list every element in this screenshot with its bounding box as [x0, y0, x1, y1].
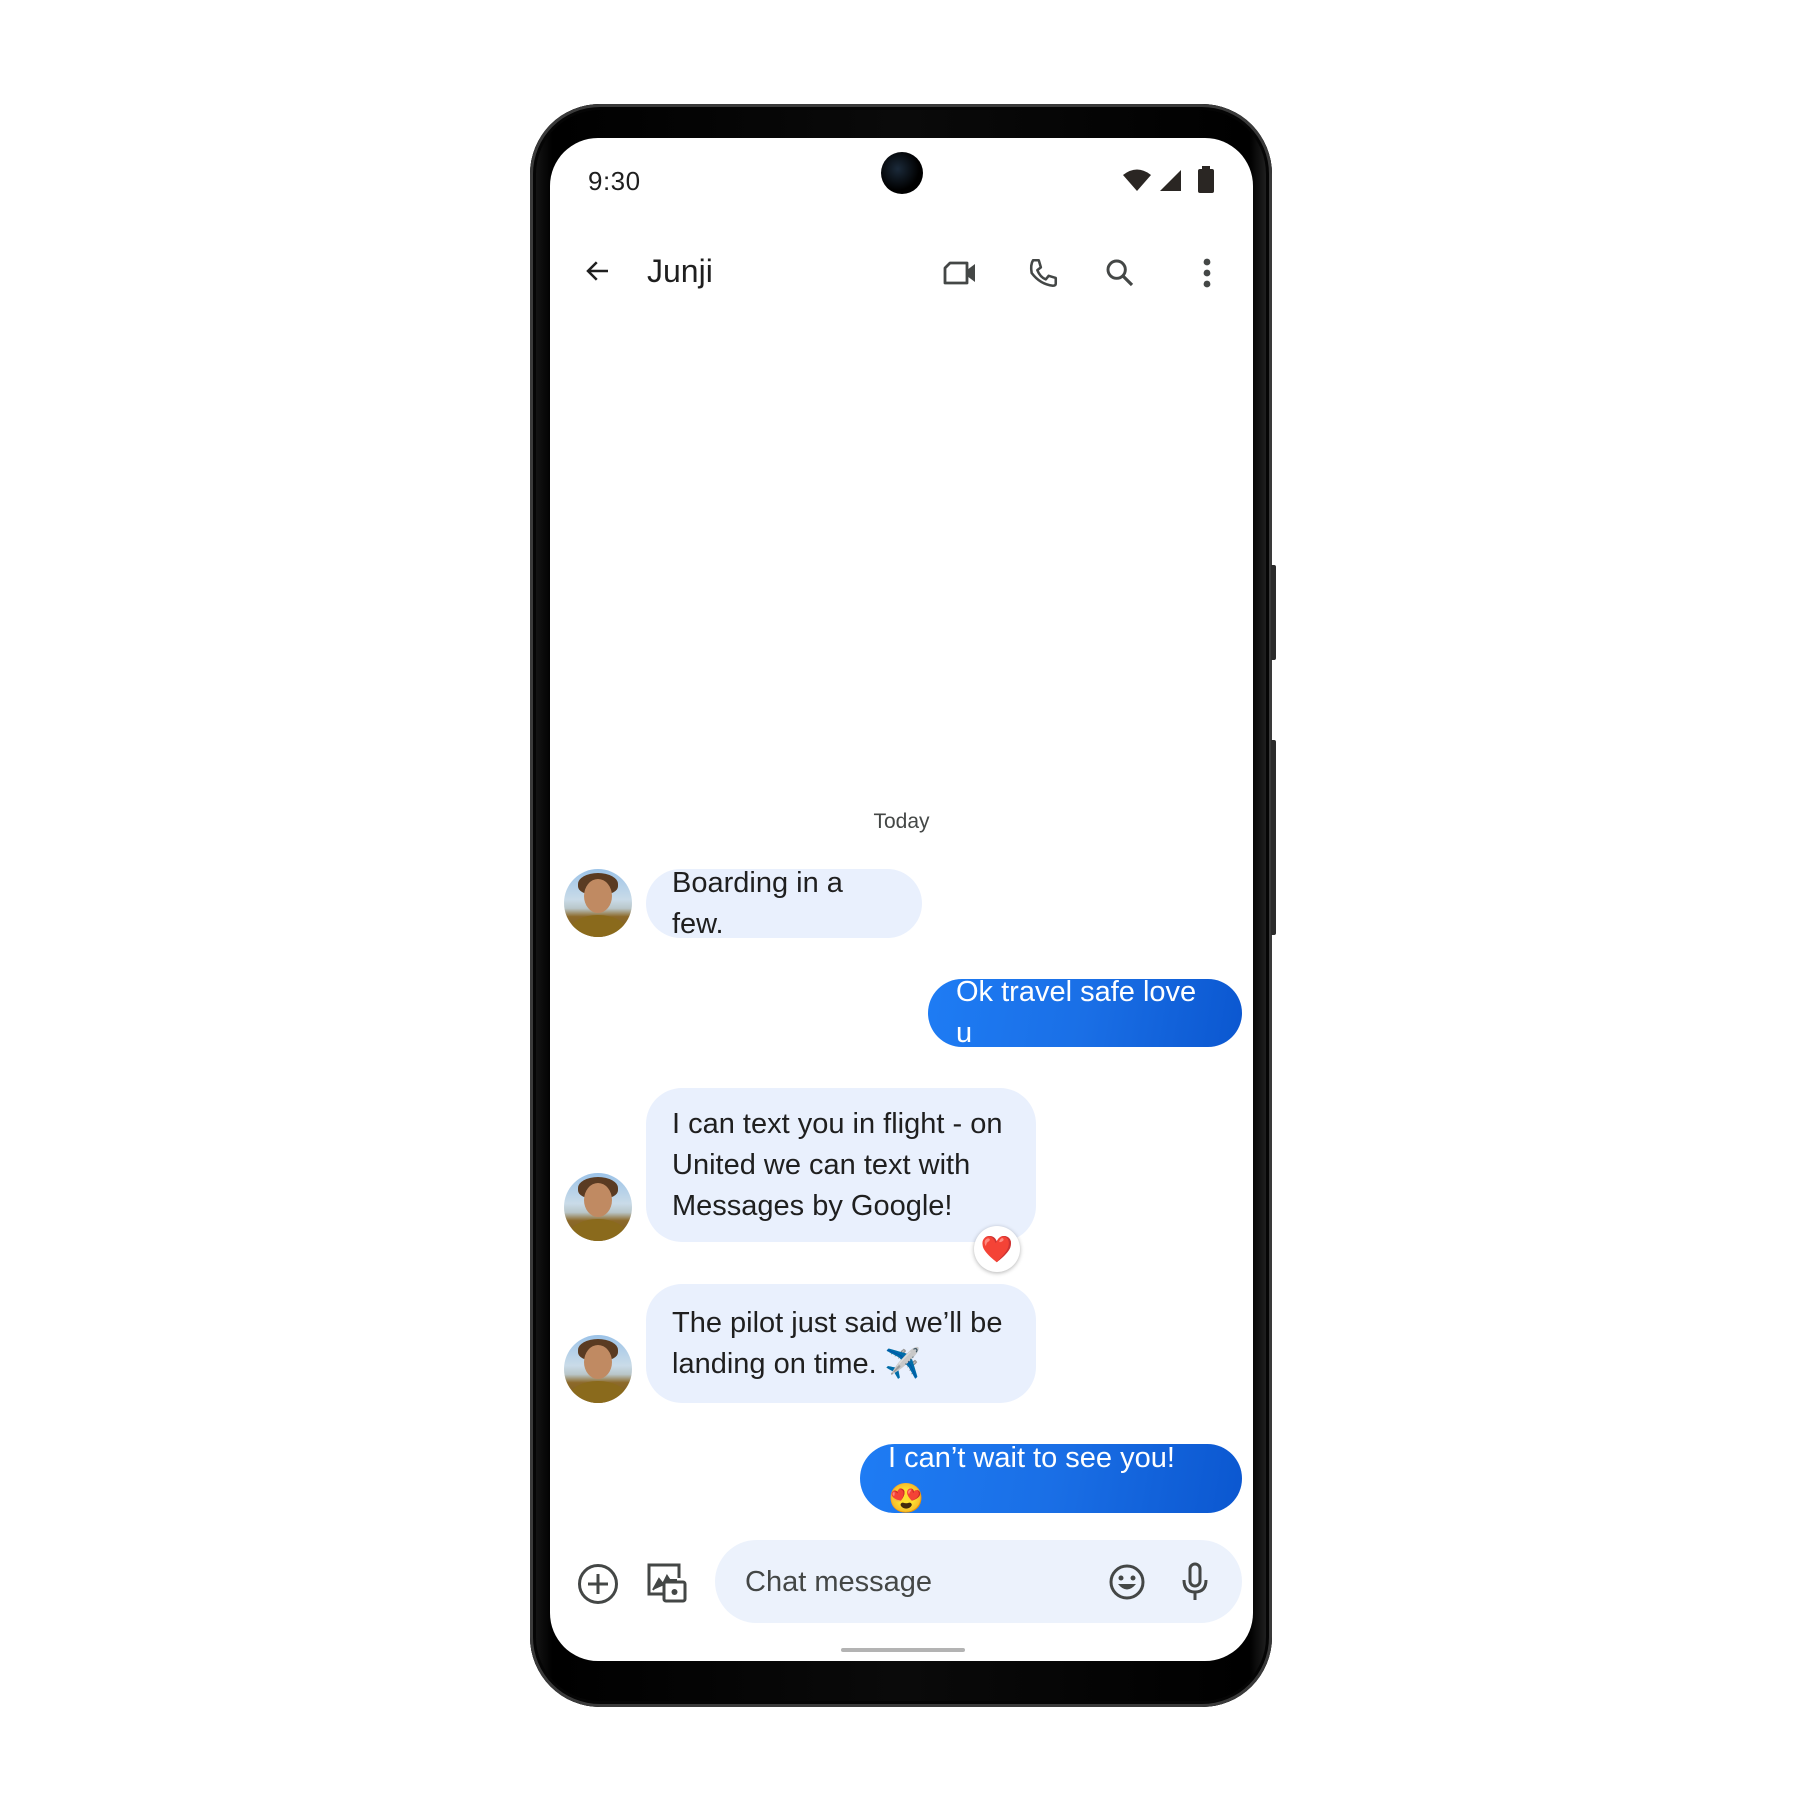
message-bubble-incoming[interactable]: The pilot just said we’ll be landing on …: [646, 1284, 1036, 1403]
message-bubble-incoming[interactable]: I can text you in flight - on United we …: [646, 1088, 1036, 1242]
gallery-camera-button[interactable]: [645, 1560, 689, 1606]
heart-reaction[interactable]: ❤️: [974, 1226, 1020, 1272]
message-text: The pilot just said we’ll be landing on …: [672, 1306, 1003, 1380]
gesture-navigation-bar[interactable]: [841, 1648, 965, 1652]
back-button[interactable]: [580, 253, 616, 289]
contact-name[interactable]: Junji: [647, 253, 713, 290]
add-circle-icon: [578, 1564, 618, 1604]
voice-input-button[interactable]: [1173, 1560, 1217, 1604]
voice-call-button[interactable]: [1023, 253, 1063, 293]
message-text: I can’t wait to see you! 😍: [888, 1441, 1175, 1515]
battery-icon: [1196, 166, 1216, 194]
videocam-icon: [943, 261, 975, 285]
phone-icon: [1029, 258, 1058, 288]
power-button: [1271, 565, 1276, 660]
search-icon: [1106, 259, 1134, 287]
status-time: 9:30: [588, 166, 641, 196]
volume-button: [1271, 740, 1276, 935]
contact-avatar[interactable]: [564, 869, 632, 937]
message-text: Boarding in a few.: [672, 866, 843, 940]
message-text: Ok travel safe love u: [956, 976, 1197, 1049]
front-camera: [881, 152, 923, 194]
date-divider: Today: [873, 810, 930, 833]
wifi-icon: [1122, 168, 1152, 192]
add-attachment-button[interactable]: [576, 1562, 620, 1606]
video-call-button[interactable]: [940, 253, 980, 293]
phone-screen: 9:30 Junji Today Boarding in a few. Ok t…: [550, 138, 1253, 1661]
heart-icon: ❤️: [980, 1233, 1014, 1264]
contact-avatar[interactable]: [564, 1335, 632, 1403]
arrow-back-icon: [586, 261, 608, 281]
mic-icon: [1182, 1562, 1208, 1600]
message-text: I can text you in flight - on United we …: [672, 1107, 1003, 1222]
emoji-icon: [1109, 1564, 1145, 1600]
more-vert-icon: [1203, 258, 1211, 288]
chat-message-input[interactable]: [743, 1540, 1077, 1625]
search-button[interactable]: [1100, 253, 1140, 293]
cellular-signal-icon: [1158, 168, 1184, 192]
gallery-camera-icon: [647, 1563, 687, 1603]
message-composer: [715, 1540, 1242, 1625]
more-options-button[interactable]: [1187, 253, 1227, 293]
message-bubble-incoming[interactable]: Boarding in a few.: [646, 867, 922, 940]
message-bubble-outgoing[interactable]: Ok travel safe love u: [928, 976, 1242, 1049]
message-bubble-outgoing[interactable]: I can’t wait to see you! 😍: [860, 1442, 1242, 1515]
emoji-button[interactable]: [1105, 1560, 1149, 1604]
contact-avatar[interactable]: [564, 1173, 632, 1241]
